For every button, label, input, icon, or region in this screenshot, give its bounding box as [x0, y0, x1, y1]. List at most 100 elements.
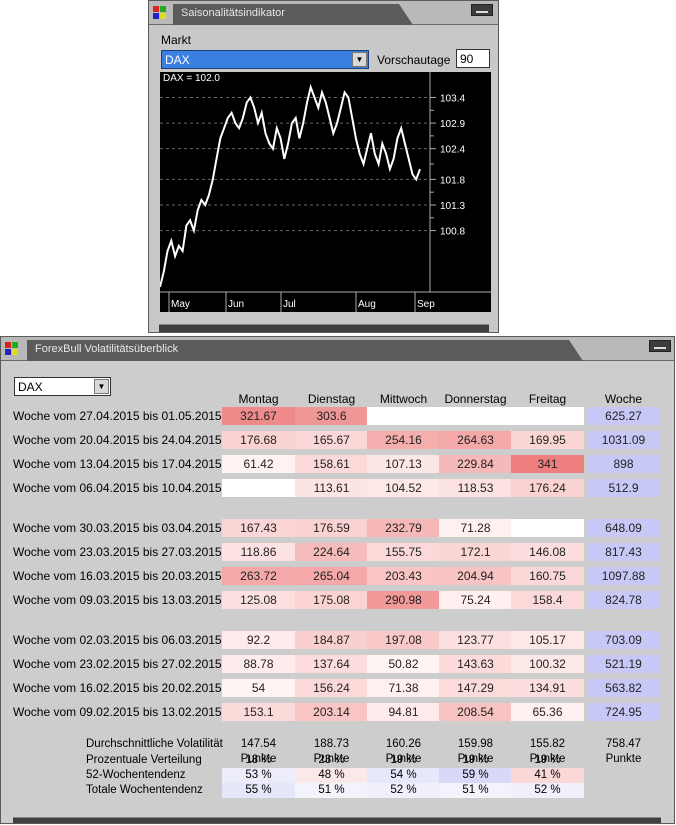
week-total-cell: 648.09	[587, 519, 660, 537]
column-header: Donnerstag	[444, 392, 507, 406]
x-tick-label: May	[171, 299, 190, 310]
volatility-cell: 229.84	[439, 455, 512, 473]
market-select-value: DAX	[165, 53, 190, 67]
volatility-bottom-bar	[13, 817, 661, 823]
row-label: Woche vom 13.04.2015 bis 17.04.2015	[13, 457, 222, 471]
volatility-cell: 61.42	[222, 455, 295, 473]
row-label: Woche vom 16.02.2015 bis 20.02.2015	[13, 681, 222, 695]
volatility-cell: 104.52	[367, 479, 440, 497]
volatility-cell: 107.13	[367, 455, 440, 473]
chevron-down-icon[interactable]: ▼	[352, 52, 367, 67]
minimize-button[interactable]	[471, 4, 493, 16]
summary-cell: 54 %	[367, 768, 440, 783]
window-title: ForexBull Volatilitätsüberblick	[35, 343, 179, 355]
summary-label: Prozentuale Verteilung	[86, 754, 202, 766]
volatility-cell: 156.24	[295, 679, 368, 697]
row-label: Woche vom 09.03.2015 bis 13.03.2015	[13, 593, 222, 607]
volatility-cell: 118.53	[439, 479, 512, 497]
volatility-cell: 232.79	[367, 519, 440, 537]
vorschautage-input[interactable]: 90	[456, 49, 490, 68]
volatility-cell: 176.24	[511, 479, 584, 497]
volatility-cell: 54	[222, 679, 295, 697]
volatility-cell: 303.6	[295, 407, 368, 425]
market-select[interactable]: DAX ▼	[161, 50, 369, 69]
volatility-cell: 224.64	[295, 543, 368, 561]
volatility-cell: 118.86	[222, 543, 295, 561]
summary-cell: 55 %	[222, 783, 295, 798]
volatility-cell: 50.82	[367, 655, 440, 673]
week-total-cell: 703.09	[587, 631, 660, 649]
table-row: Woche vom 30.03.2015 bis 03.04.2015 167.4…	[1, 519, 674, 537]
row-label: Woche vom 16.03.2015 bis 20.03.2015	[13, 569, 222, 583]
x-tick-label: Jun	[228, 299, 244, 310]
seasonality-window: Saisonalitätsindikator Markt DAX ▼ Vorsc…	[148, 0, 499, 333]
summary-cell: 19 %	[462, 754, 489, 766]
summary-cell: 758.47 Punkte	[605, 738, 642, 765]
volatility-cell: 254.16	[367, 431, 440, 449]
volatility-cell: 134.91	[511, 679, 584, 697]
volatility-cell: 172.1	[439, 543, 512, 561]
seasonality-titlebar[interactable]: Saisonalitätsindikator	[149, 1, 498, 25]
row-label: Woche vom 23.03.2015 bis 27.03.2015	[13, 545, 222, 559]
volatility-cell: 176.68	[222, 431, 295, 449]
volatility-cell: 341	[511, 455, 584, 473]
summary-row: Prozentuale Verteilung 18 % 23 % 19 % 19 % 19…	[1, 753, 674, 768]
volatility-cell: 158.61	[295, 455, 368, 473]
y-tick-label: 100.8	[440, 227, 465, 238]
volatility-cell: 146.08	[511, 543, 584, 561]
volatility-cell: 197.08	[367, 631, 440, 649]
app-icon	[153, 6, 169, 20]
vorschautage-label: Vorschautage	[377, 53, 451, 67]
column-header: Dienstag	[307, 392, 356, 406]
volatility-cell: 265.04	[295, 567, 368, 585]
volatility-cell: 290.98	[367, 591, 440, 609]
volatility-cell: 203.43	[367, 567, 440, 585]
table-row: Woche vom 23.02.2015 bis 27.02.2015 88.78…	[1, 655, 674, 673]
week-total-cell: 724.95	[587, 703, 660, 721]
volatility-cell: 264.63	[439, 431, 512, 449]
week-total-cell: 817.43	[587, 543, 660, 561]
markt-label: Markt	[161, 33, 191, 47]
column-header: Freitag	[528, 392, 567, 406]
table-row: Woche vom 06.04.2015 bis 10.04.2015 113.6…	[1, 479, 674, 497]
table-row: Woche vom 27.04.2015 bis 01.05.2015 321.6…	[1, 407, 674, 425]
volatility-window: ForexBull Volatilitätsüberblick DAX ▼ Mo…	[0, 336, 675, 824]
column-header: Mittwoch	[379, 392, 428, 406]
summary-cell: 52 %	[367, 783, 440, 798]
volatility-cell: 147.29	[439, 679, 512, 697]
y-tick-label: 103.4	[440, 93, 465, 104]
volatility-cell	[511, 519, 584, 537]
volatility-cell: 105.17	[511, 631, 584, 649]
volatility-cell	[511, 407, 584, 425]
volatility-cell: 94.81	[367, 703, 440, 721]
volatility-cell: 263.72	[222, 567, 295, 585]
window-title-tab: Saisonalitätsindikator	[173, 4, 413, 25]
table-row: Woche vom 20.04.2015 bis 24.04.2015 176.6…	[1, 431, 674, 449]
volatility-cell: 143.63	[439, 655, 512, 673]
table-row: Woche vom 09.03.2015 bis 13.03.2015 125.0…	[1, 591, 674, 609]
volatility-cell: 75.24	[439, 591, 512, 609]
volatility-cell	[222, 479, 295, 497]
week-total-cell: 1097.88	[587, 567, 660, 585]
summary-cell: 48 %	[295, 768, 368, 783]
summary-label: Durchschnittliche Volatilität	[86, 738, 223, 750]
volatility-cell: 160.75	[511, 567, 584, 585]
summary-cell: 18 %	[245, 754, 272, 766]
summary-cell: 51 %	[295, 783, 368, 798]
app-icon	[5, 342, 21, 356]
summary-cell: 51 %	[439, 783, 512, 798]
row-label: Woche vom 02.03.2015 bis 06.03.2015	[13, 633, 222, 647]
summary-cell: 160.26 Punkte	[385, 738, 422, 765]
week-total-cell: 898	[587, 455, 660, 473]
summary-cell: 53 %	[222, 768, 295, 783]
summary-cell: 52 %	[511, 783, 584, 798]
volatility-titlebar[interactable]: ForexBull Volatilitätsüberblick	[1, 337, 674, 361]
summary-label: 52-Wochentendenz	[86, 769, 186, 781]
volatility-cell: 153.1	[222, 703, 295, 721]
table-row: Woche vom 23.03.2015 bis 27.03.2015 118.8…	[1, 543, 674, 561]
vorschautage-value: 90	[460, 52, 474, 66]
minimize-button[interactable]	[649, 340, 671, 352]
volatility-cell: 175.08	[295, 591, 368, 609]
volatility-cell: 113.61	[295, 479, 368, 497]
summary-cell: 23 %	[318, 754, 345, 766]
